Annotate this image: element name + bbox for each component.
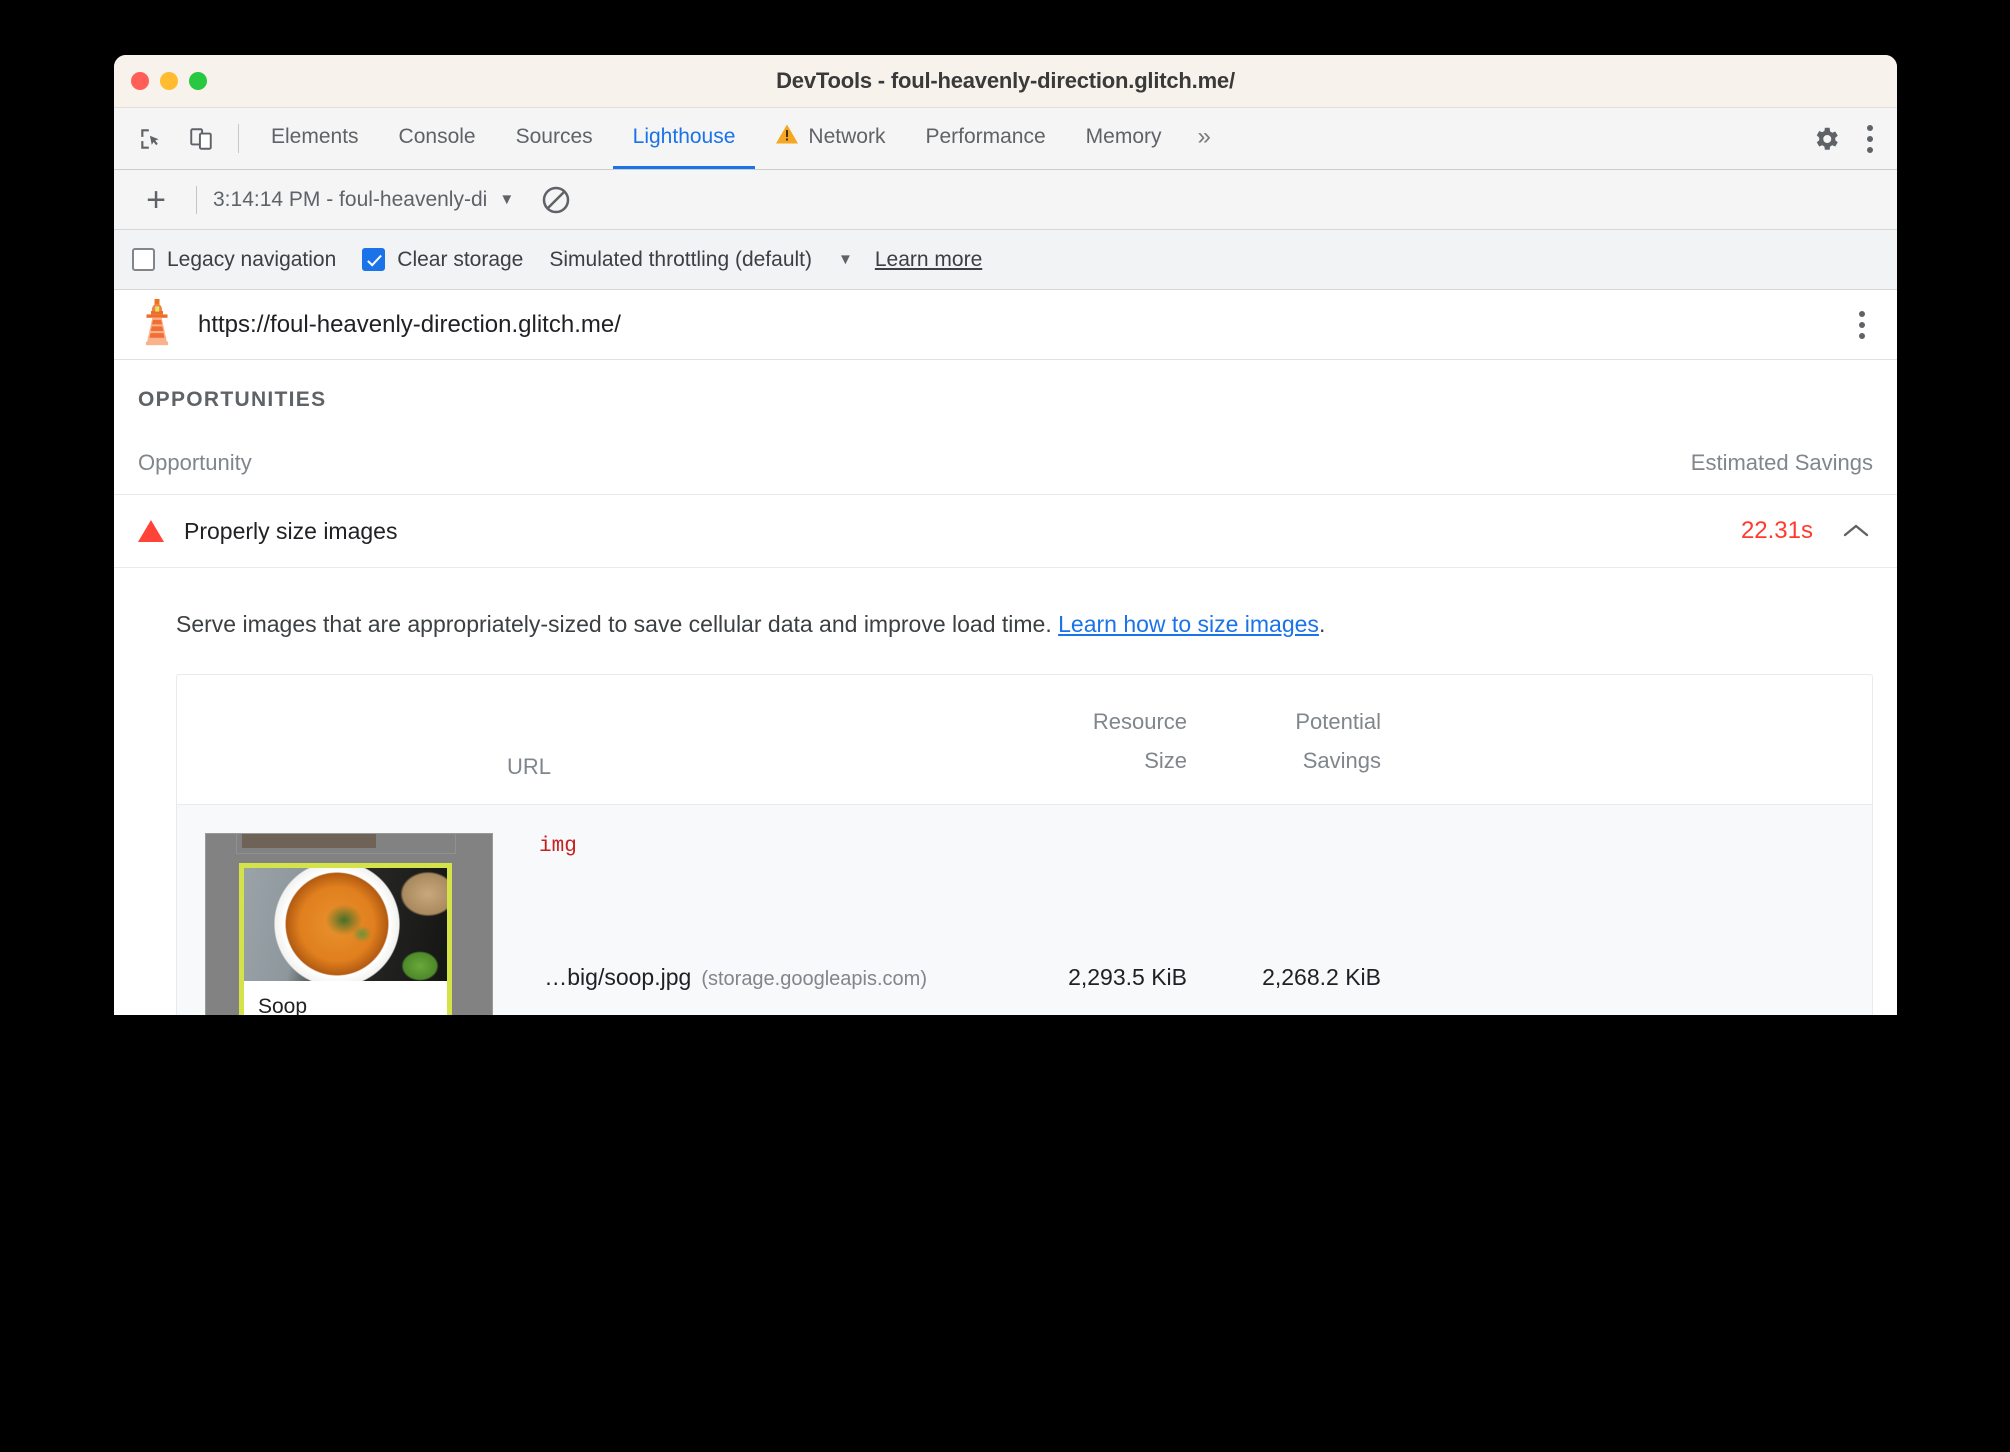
new-report-button[interactable]: + [132,183,180,217]
report-url: https://foul-heavenly-direction.glitch.m… [198,310,621,338]
opportunity-description: Serve images that are appropriately-size… [138,568,1873,674]
tab-console[interactable]: Console [379,108,496,169]
tabbar-actions [1776,108,1897,169]
lighthouse-icon [136,297,178,352]
opportunity-detail: Serve images that are appropriately-size… [114,568,1897,1015]
header-potential-savings: Potential Savings [1187,703,1407,780]
chevron-down-icon: ▼ [499,191,515,208]
row-resource-size-value: 2,293.5 KiB [1068,964,1187,991]
row-url-cell: img …big/soop.jpg (storage.googleapis.com… [507,805,927,1015]
row-potential-savings-cell: 2,268.2 KiB [1187,805,1407,1015]
device-toolbar-icon[interactable] [176,108,226,169]
tab-performance[interactable]: Performance [905,108,1065,169]
lighthouse-report: OPPORTUNITIES Opportunity Estimated Savi… [114,360,1897,1015]
thumbnail-card-outline [236,834,456,855]
tab-label: Network [808,125,886,148]
row-url-path[interactable]: …big/soop.jpg [544,964,691,990]
devtools-kebab-menu-icon[interactable] [1857,117,1883,161]
more-tabs-label: » [1197,123,1211,150]
inspect-element-icon[interactable] [126,108,176,169]
devtools-tabbar: Elements Console Sources Lighthouse Netw… [114,108,1897,170]
opportunity-title: Properly size images [184,517,398,544]
row-potential-savings-value: 2,268.2 KiB [1262,964,1381,991]
page-screenshot-thumbnail[interactable]: Soop Cozy warm [205,833,493,1015]
header-resource-size: Resource Size [927,703,1187,780]
tab-label: Sources [515,125,593,148]
tab-lighthouse[interactable]: Lighthouse [612,108,756,169]
tab-label: Lighthouse [632,125,736,148]
details-table-header-row: URL Resource Size Potential Savings [177,675,1872,806]
report-url-header: https://foul-heavenly-direction.glitch.m… [114,290,1897,360]
legacy-navigation-option[interactable]: Legacy navigation [132,248,336,272]
description-period: . [1318,611,1326,637]
tabbar-divider [238,124,239,153]
row-resource-size-cell: 2,293.5 KiB [927,805,1187,1015]
tab-label: Memory [1085,125,1162,148]
window-titlebar: DevTools - foul-heavenly-direction.glitc… [114,55,1897,108]
fail-triangle-icon [138,520,164,542]
throttling-select[interactable]: Simulated throttling (default) ▼ [549,248,853,272]
tab-memory[interactable]: Memory [1066,108,1182,169]
lighthouse-run-toolbar: + 3:14:14 PM - foul-heavenly-di ▼ [114,170,1897,230]
header-resource-size-line1: Resource [1092,709,1187,735]
tab-label: Elements [271,125,359,148]
legacy-navigation-label: Legacy navigation [167,247,337,271]
opportunity-row-properly-size-images[interactable]: Properly size images 22.31s [114,495,1897,568]
more-tabs-button[interactable]: » [1182,108,1227,169]
soup-card-title: Soop [258,995,308,1015]
clear-storage-option[interactable]: Clear storage [362,248,523,272]
row-url-line: …big/soop.jpg (storage.googleapis.com) [507,964,927,991]
size-images-doc-link[interactable]: Learn how to size images [1058,611,1319,637]
chevron-up-icon[interactable] [1839,521,1873,541]
tab-elements[interactable]: Elements [251,108,379,169]
lighthouse-options-bar: Legacy navigation Clear storage Simulate… [114,230,1897,290]
tab-label: Performance [925,125,1046,148]
column-estimated-savings: Estimated Savings [1690,450,1873,475]
opportunities-table-header: Opportunity Estimated Savings [114,412,1897,495]
devtools-window: DevTools - foul-heavenly-direction.glitc… [114,55,1897,1015]
opportunity-meter: 22.31s [1153,517,1873,545]
header-potential-savings-line1: Potential [1295,709,1381,735]
report-select-value: 3:14:14 PM - foul-heavenly-di [213,187,488,211]
throttling-label: Simulated throttling (default) [549,247,812,271]
clear-all-icon[interactable] [540,184,572,216]
opportunity-savings-value: 22.31s [1740,517,1813,544]
element-tag-label: img [539,835,577,859]
chevron-down-icon: ▼ [838,251,853,268]
window-title: DevTools - foul-heavenly-direction.glitc… [776,68,1235,93]
table-row: Soop Cozy warm img …big/soop.jpg (storage… [177,805,1872,1015]
report-kebab-menu-icon[interactable] [1849,303,1875,347]
tab-label: Console [398,125,476,148]
clear-storage-label: Clear storage [397,247,524,271]
gear-icon[interactable] [1801,124,1851,154]
soup-photo [244,868,447,982]
row-thumbnail-cell: Soop Cozy warm [177,805,507,1015]
opportunities-section-title: OPPORTUNITIES [138,388,327,411]
tab-network[interactable]: Network [755,108,905,169]
soup-card-text: Soop [244,981,447,1015]
warning-triangle-icon [775,123,799,151]
report-select[interactable]: 3:14:14 PM - foul-heavenly-di ▼ [213,188,514,212]
header-potential-savings-line2: Savings [1302,747,1381,773]
tab-sources[interactable]: Sources [496,108,613,169]
clear-storage-checkbox[interactable] [362,248,386,271]
opportunity-details-table: URL Resource Size Potential Savings Soop… [176,674,1873,1015]
savings-bar-track [1153,526,1663,537]
legacy-navigation-checkbox[interactable] [132,248,155,271]
panel-tabs: Elements Console Sources Lighthouse Netw… [251,108,1227,169]
header-url: URL [507,754,552,780]
row-url-host: (storage.googleapis.com) [701,968,927,991]
description-text: Serve images that are appropriately-size… [176,611,1059,637]
runbar-divider [196,185,197,214]
learn-more-link[interactable]: Learn more [875,248,982,272]
header-resource-size-line2: Size [1144,747,1187,773]
highlighted-element-box: Soop [239,863,452,1015]
column-opportunity: Opportunity [138,450,252,475]
